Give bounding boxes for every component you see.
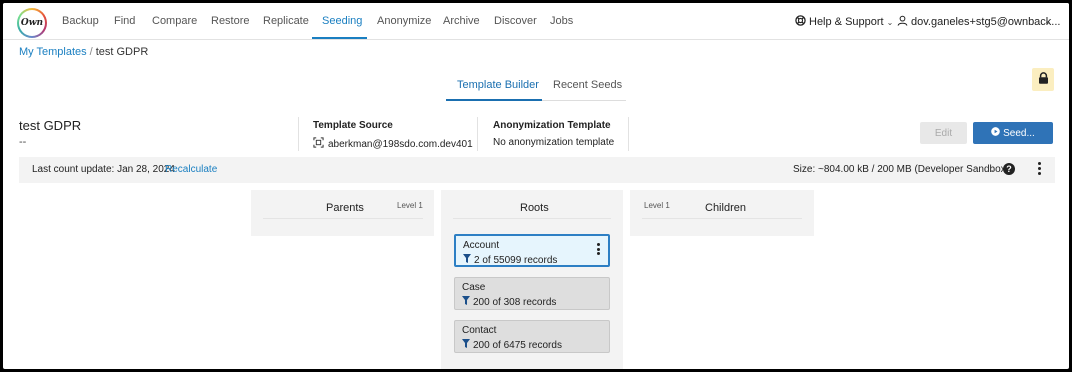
root-card-name: Contact [462,325,497,336]
count-bar: Last count update: Jan 28, 2024 Recalcul… [19,157,1055,183]
nav-anonymize[interactable]: Anonymize [377,15,431,27]
help-support-menu[interactable]: Help & Support ⌄ [795,15,893,29]
nav-seeding[interactable]: Seeding [322,15,362,27]
divider [642,218,802,219]
roots-column: Roots Account 2 of 55099 records Case 20… [441,190,623,369]
nav-archive[interactable]: Archive [443,15,480,27]
divider [628,117,629,151]
chevron-down-icon: ⌄ [886,17,894,27]
root-card-name: Account [463,240,500,251]
anonymization-template-label: Anonymization Template [493,120,611,131]
tab-divider [542,100,626,101]
seed-button-label: Seed... [1003,127,1035,139]
lock-icon [1038,71,1049,89]
filter-icon [462,296,470,308]
user-email-label: dov.ganeles+stg5@ownback... [911,16,1061,28]
tab-recent-seeds[interactable]: Recent Seeds [553,79,622,91]
filter-icon [462,339,470,351]
children-title: Children [705,202,746,214]
active-tab-indicator [446,99,542,101]
help-support-label: Help & Support [809,16,884,28]
own-logo[interactable]: Own [17,8,47,38]
template-description: -- [19,136,27,148]
root-card-count-text: 2 of 55099 records [474,254,558,266]
template-source-label: Template Source [313,120,393,131]
more-options-icon[interactable] [595,243,601,257]
root-card-count-text: 200 of 6475 records [473,339,562,351]
nav-restore[interactable]: Restore [211,15,250,27]
divider [453,218,611,219]
last-count-update: Last count update: Jan 28, 2024 [32,164,175,175]
lock-button[interactable] [1032,68,1054,91]
divider [298,117,299,151]
more-options-icon[interactable] [1035,162,1043,178]
breadcrumb-separator: / [89,46,93,58]
breadcrumb: My Templates / test GDPR [19,46,148,58]
app-window: Own Backup Find Compare Restore Replicat… [3,3,1069,369]
seed-button[interactable]: Seed... [973,122,1053,144]
edit-button[interactable]: Edit [920,122,967,144]
root-card-count: 200 of 6475 records [462,339,562,351]
divider [477,117,478,151]
recalculate-link[interactable]: Recalculate [165,164,217,175]
nav-replicate[interactable]: Replicate [263,15,309,27]
nav-discover[interactable]: Discover [494,15,537,27]
tab-template-builder[interactable]: Template Builder [457,79,539,91]
breadcrumb-current: test GDPR [95,46,149,58]
root-card-case[interactable]: Case 200 of 308 records [454,277,610,310]
root-card-count: 200 of 308 records [462,296,556,308]
user-icon [897,15,908,29]
nav-jobs[interactable]: Jobs [550,15,573,27]
nav-find[interactable]: Find [114,15,135,27]
lifebuoy-icon [795,15,806,29]
root-card-account[interactable]: Account 2 of 55099 records [454,234,610,267]
play-circle-icon [991,127,1000,139]
children-level: Level 1 [644,201,670,210]
children-column: Level 1 Children [630,190,814,236]
org-icon [313,137,324,151]
parents-level: Level 1 [397,201,423,210]
chevron-down-icon[interactable]: ⌄ [990,165,997,174]
anonymization-template-value: No anonymization template [493,137,615,148]
roots-title: Roots [520,202,549,214]
template-source-value: aberkman@198sdo.com.dev401 [313,137,473,151]
logo-text: Own [19,10,45,36]
root-card-count: 2 of 55099 records [463,254,557,266]
root-card-count-text: 200 of 308 records [473,296,557,308]
divider [263,218,423,219]
user-menu[interactable]: dov.ganeles+stg5@ownback... [897,15,1060,29]
filter-icon [463,254,471,266]
active-nav-indicator [312,37,367,39]
size-info: Size: ~804.00 kB / 200 MB (Developer San… [793,164,1009,175]
parents-title: Parents [326,202,364,214]
parents-column: Parents Level 1 [251,190,434,236]
root-card-contact[interactable]: Contact 200 of 6475 records [454,320,610,353]
chevron-down-icon[interactable]: ⌄ [1044,16,1052,27]
root-card-name: Case [462,282,486,293]
top-nav: Own Backup Find Compare Restore Replicat… [3,3,1069,40]
nav-compare[interactable]: Compare [152,15,197,27]
help-icon[interactable]: ? [1003,163,1015,175]
breadcrumb-my-templates[interactable]: My Templates [19,46,87,58]
template-name: test GDPR [19,118,82,133]
nav-backup[interactable]: Backup [62,15,99,27]
template-source-text: aberkman@198sdo.com.dev401 [328,138,473,150]
